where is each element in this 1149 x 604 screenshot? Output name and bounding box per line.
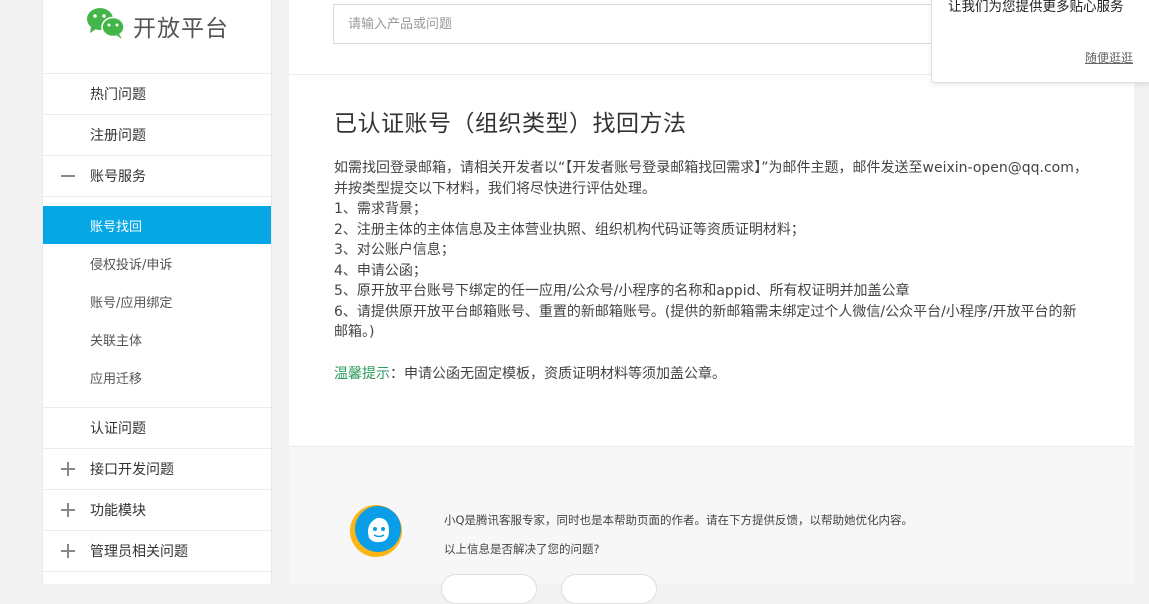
sidebar-group-label: 账号服务	[90, 169, 146, 185]
browse-link[interactable]: 随便逛逛	[1085, 49, 1133, 66]
sidebar-subitem-label: 应用迁移	[90, 371, 143, 387]
search-input[interactable]	[333, 4, 953, 44]
sidebar-subnav: 账号找回 侵权投诉/申诉 账号/应用绑定 关联主体 应用迁移	[43, 197, 271, 408]
sidebar-item-label: 热门问题	[90, 87, 146, 103]
article-item-6: 6、请提供原开放平台邮箱账号、重置的新邮箱账号。(提供的新邮箱需未绑定过个人微信…	[334, 303, 1077, 341]
sidebar-group-api-dev[interactable]: 接口开发问题	[43, 449, 271, 490]
tip: 温馨提示：申请公函无固定模板，资质证明材料等须加盖公章。	[334, 363, 1088, 383]
plus-icon	[61, 503, 75, 517]
sidebar-item-hot-questions[interactable]: 热门问题	[43, 74, 271, 115]
sidebar-subitem-label: 账号找回	[90, 219, 143, 235]
sidebar-group-account-service[interactable]: 账号服务	[43, 156, 271, 197]
logo-text: 开放平台	[133, 16, 229, 42]
article-title: 已认证账号（组织类型）找回方法	[334, 111, 687, 137]
feedback-no-button[interactable]	[561, 574, 657, 604]
sidebar-group-label: 功能模块	[90, 503, 146, 519]
feedback-section: 小Q是腾讯客服专家，同时也是本帮助页面的作者。请在下方提供反馈，以帮助她优化内容…	[289, 447, 1134, 604]
article-item-5: 5、原开放平台账号下绑定的任一应用/公众号/小程序的名称和appid、所有权证明…	[334, 283, 910, 299]
popup-title: 让我们为您提供更多贴心服务	[948, 0, 1124, 15]
article-intro: 如需找回登录邮箱，请相关开发者以“【开发者账号登录邮箱找回需求】”为邮件主题，邮…	[334, 160, 1088, 197]
sidebar-subitem-infringement-appeal[interactable]: 侵权投诉/申诉	[43, 244, 271, 282]
plus-icon	[61, 544, 75, 558]
sidebar-group-label: 管理员相关问题	[90, 544, 188, 560]
sidebar-item-registration[interactable]: 注册问题	[43, 115, 271, 156]
sidebar-group-function-modules[interactable]: 功能模块	[43, 490, 271, 531]
tip-label: 温馨提示	[334, 365, 390, 382]
sidebar-subitem-account-recovery[interactable]: 账号找回	[43, 206, 271, 244]
tip-text: ：申请公函无固定模板，资质证明材料等须加盖公章。	[390, 365, 726, 382]
sidebar: 开放平台 热门问题 注册问题 账号服务 账号找回 侵权投诉/申诉 账号/应用绑定…	[42, 0, 272, 584]
sidebar-subitem-label: 侵权投诉/申诉	[90, 257, 173, 273]
plus-icon	[61, 462, 75, 476]
wechat-logo-icon	[87, 8, 125, 39]
main-content: 已认证账号（组织类型）找回方法 如需找回登录邮箱，请相关开发者以“【开发者账号登…	[289, 0, 1134, 604]
article-item-4: 4、申请公函；	[334, 262, 427, 279]
sidebar-subitem-related-entity[interactable]: 关联主体	[43, 320, 271, 358]
feedback-question: 以上信息是否解决了您的问题?	[444, 542, 600, 556]
feedback-yes-button[interactable]	[441, 574, 537, 604]
article-item-3: 3、对公账户信息；	[334, 242, 455, 258]
minus-icon	[61, 169, 75, 183]
qq-mascot-icon	[350, 505, 402, 557]
sidebar-group-label: 接口开发问题	[90, 462, 174, 478]
sidebar-item-verification[interactable]: 认证问题	[43, 408, 271, 449]
sidebar-subitem-label: 关联主体	[90, 333, 143, 349]
article-item-1: 1、需求背景；	[334, 201, 427, 217]
logo[interactable]: 开放平台	[43, 0, 271, 74]
sidebar-group-admin[interactable]: 管理员相关问题	[43, 531, 271, 572]
article: 已认证账号（组织类型）找回方法 如需找回登录邮箱，请相关开发者以“【开发者账号登…	[289, 75, 1134, 447]
feedback-text: 小Q是腾讯客服专家，同时也是本帮助页面的作者。请在下方提供反馈，以帮助她优化内容…	[444, 513, 914, 527]
service-popup: 让我们为您提供更多贴心服务 随便逛逛	[931, 0, 1149, 83]
sidebar-item-label: 注册问题	[90, 128, 146, 144]
sidebar-item-label: 认证问题	[90, 421, 146, 437]
article-item-2: 2、注册主体的主体信息及主体营业执照、组织机构代码证等资质证明材料；	[334, 221, 805, 238]
sidebar-subitem-app-migration[interactable]: 应用迁移	[43, 358, 271, 396]
sidebar-subitem-label: 账号/应用绑定	[90, 295, 173, 311]
sidebar-subitem-account-binding[interactable]: 账号/应用绑定	[43, 282, 271, 320]
